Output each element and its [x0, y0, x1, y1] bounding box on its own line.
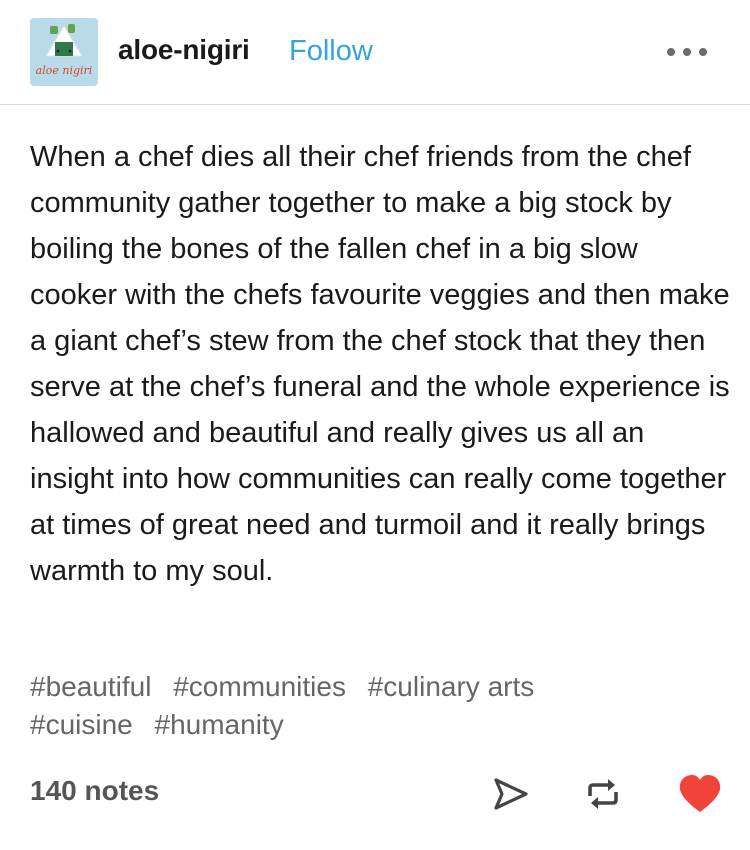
- send-icon: [494, 778, 528, 810]
- post-body: When a chef dies all their chef friends …: [30, 141, 730, 587]
- share-button[interactable]: [488, 772, 532, 816]
- tag-link[interactable]: #humanity: [155, 709, 284, 740]
- post-header: aloe nigiri aloe-nigiri Follow: [0, 0, 750, 105]
- tag-link[interactable]: #cuisine: [30, 709, 133, 740]
- ellipsis-icon: [667, 48, 675, 56]
- avatar[interactable]: aloe nigiri: [30, 18, 98, 86]
- tag-link[interactable]: #culinary arts: [368, 671, 535, 702]
- tag-list: #beautiful #communities #culinary arts #…: [30, 668, 720, 744]
- notes-count[interactable]: 140 notes: [30, 775, 159, 807]
- ellipsis-icon: [683, 48, 691, 56]
- like-button[interactable]: [677, 772, 721, 816]
- avatar-caption: aloe nigiri: [35, 64, 93, 77]
- blog-name[interactable]: aloe-nigiri: [118, 34, 250, 66]
- ellipsis-icon: [699, 48, 707, 56]
- more-options-button[interactable]: [662, 40, 712, 64]
- heart-icon: [679, 775, 721, 812]
- tag-link[interactable]: #beautiful: [30, 671, 151, 702]
- follow-button[interactable]: Follow: [289, 35, 373, 68]
- reblog-icon: [588, 779, 618, 809]
- tag-link[interactable]: #communities: [173, 671, 346, 702]
- reblog-button[interactable]: [581, 772, 625, 816]
